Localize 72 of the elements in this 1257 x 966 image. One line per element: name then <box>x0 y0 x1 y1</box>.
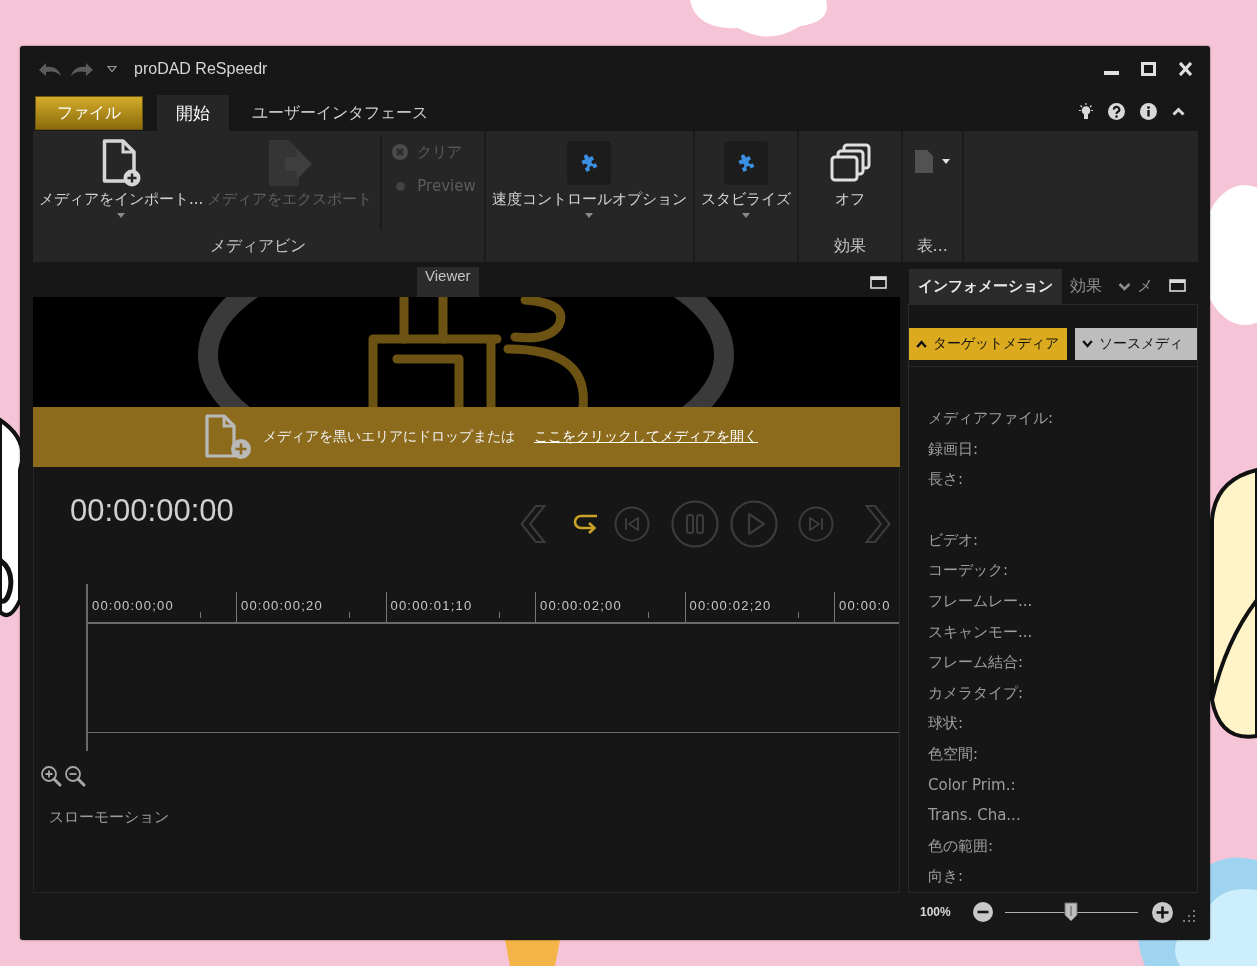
plus-icon[interactable] <box>1151 901 1173 923</box>
field-label: ビデオ: <box>928 529 979 551</box>
timecode-display: 00:00:00:00 <box>69 492 234 529</box>
close-icon[interactable] <box>1178 62 1193 76</box>
field-label: スキャンモー... <box>928 621 1033 643</box>
field-label: Color Prim.: <box>928 774 1016 796</box>
x-circle-icon <box>392 144 409 160</box>
field-label: 長さ: <box>928 469 964 491</box>
chevron-down-icon <box>1082 340 1093 348</box>
ruler-label: 00:00:02;20 <box>689 598 772 614</box>
group-label: 表... <box>915 235 949 257</box>
ruler-label: 00:00:00;20 <box>241 598 323 614</box>
ribbon-tab[interactable]: 開始 <box>157 95 229 131</box>
track-label: スローモーション <box>49 808 169 826</box>
puzzle-icon <box>567 141 612 185</box>
redo-icon[interactable] <box>70 61 94 77</box>
field-label: 色空間: <box>928 743 979 765</box>
field-label: カメラタイプ: <box>928 682 1024 704</box>
panel-tab[interactable]: インフォメーション <box>909 269 1062 304</box>
ruler-label: 00:00:01;10 <box>390 598 473 614</box>
field-label: 録画日: <box>928 438 979 460</box>
panel-tab[interactable]: メ <box>1110 269 1161 304</box>
chevron-up-icon[interactable] <box>1172 107 1185 116</box>
field-label: コーデック: <box>928 560 1009 582</box>
field-label: Trans. Cha... <box>928 805 1021 827</box>
maximize-icon[interactable] <box>870 275 887 289</box>
group-label: メディアビン <box>209 235 308 257</box>
undo-icon[interactable] <box>38 61 62 77</box>
caret-icon[interactable] <box>107 65 117 73</box>
ribbon-button[interactable]: オフ <box>826 137 873 221</box>
puzzle-icon <box>723 141 768 185</box>
field-label: メディアファイル: <box>928 408 1054 429</box>
info-icon[interactable] <box>1140 103 1157 120</box>
chevron-up-icon <box>916 340 927 348</box>
help-icon[interactable] <box>1108 103 1125 120</box>
file-add-icon <box>101 139 142 187</box>
minus-icon[interactable] <box>972 902 993 922</box>
file-export-icon <box>266 139 313 187</box>
dot-icon <box>395 181 405 191</box>
open-media-link[interactable]: ここをクリックしてメディアを開く <box>534 428 758 446</box>
zoom-percent-label: 100% <box>920 905 951 919</box>
stacked-squares-icon <box>828 143 871 183</box>
field-label: 球状: <box>928 713 964 735</box>
file-add-icon <box>204 414 252 460</box>
resize-grip-icon[interactable] <box>1181 909 1195 922</box>
lightbulb-icon[interactable] <box>1079 102 1093 121</box>
slider-thumb[interactable] <box>1064 902 1079 922</box>
loop-icon[interactable] <box>573 513 599 535</box>
section-toggle-button[interactable]: ソースメディ <box>1075 328 1197 360</box>
chevron-down-icon[interactable] <box>1118 282 1131 291</box>
ribbon-button[interactable]: 速度コントロールオプション <box>489 137 689 221</box>
field-label: フレームレー... <box>928 590 1033 612</box>
ribbon-tab[interactable]: ユーザーインタフェース <box>238 95 442 131</box>
ruler-label: 00:00:02;00 <box>540 598 622 614</box>
field-label: 色の範囲: <box>928 835 994 857</box>
group-label: 効果 <box>832 235 867 257</box>
section-toggle-button[interactable]: ターゲットメディア <box>909 328 1067 360</box>
caret-icon[interactable] <box>941 159 950 164</box>
zoom-out-icon[interactable] <box>64 765 86 787</box>
ribbon-button[interactable]: スタビライズ <box>698 137 793 221</box>
field-label: フレーム結合: <box>928 652 1024 674</box>
ruler-label: 00:00:00;00 <box>92 598 174 614</box>
field-label: 向き: <box>928 866 964 888</box>
maximize-icon[interactable] <box>1169 279 1186 292</box>
ruler-label: 00:00:0 <box>839 598 891 614</box>
maximize-icon[interactable] <box>1141 62 1156 76</box>
drop-hint-text: メディアを黒いエリアにドロップまたは <box>263 428 515 446</box>
panel-tab[interactable]: 効果 <box>1062 269 1110 304</box>
ribbon-button[interactable]: メディアをインポート... <box>37 137 206 221</box>
panel-tab[interactable]: Viewer <box>417 267 479 297</box>
zoom-in-icon[interactable] <box>40 765 62 787</box>
window-title: proDAD ReSpeedr <box>134 60 268 78</box>
